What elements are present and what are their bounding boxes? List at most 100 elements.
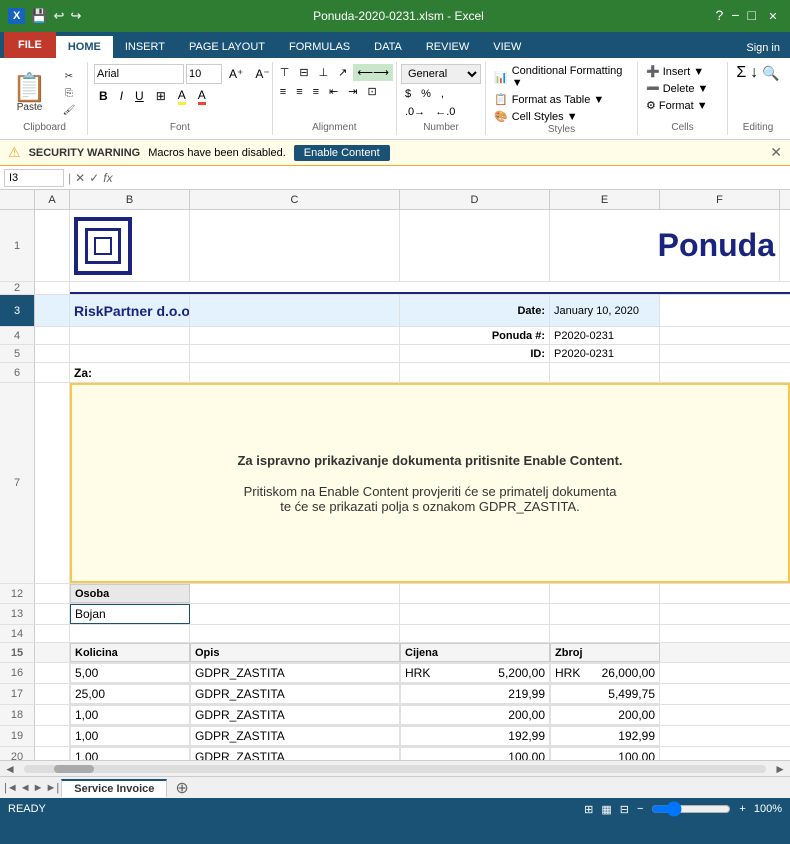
- cell-16-cijena[interactable]: HRK 5,200,00: [400, 663, 550, 683]
- cell-3c[interactable]: [190, 295, 400, 326]
- cell-5c[interactable]: [190, 345, 400, 362]
- cell-1c[interactable]: [190, 210, 400, 281]
- cell-17-zbroj[interactable]: 5,499,75: [550, 684, 660, 704]
- normal-view-icon[interactable]: ⊞: [584, 803, 593, 816]
- cell-14d[interactable]: [400, 625, 550, 642]
- cell-4a[interactable]: [35, 327, 70, 344]
- zoom-slider[interactable]: [651, 801, 731, 817]
- col-header-e[interactable]: E: [550, 190, 660, 209]
- cell-4b[interactable]: [70, 327, 190, 344]
- cancel-formula-icon[interactable]: ✕: [75, 171, 85, 185]
- wrap-text-button[interactable]: ⟵⟶: [353, 64, 393, 81]
- col-header-d[interactable]: D: [400, 190, 550, 209]
- conditional-formatting-button[interactable]: 📊 Conditional Formatting ▼: [492, 64, 631, 90]
- comma-button[interactable]: ,: [437, 86, 448, 102]
- number-format-select[interactable]: General: [401, 64, 481, 84]
- cell-14c[interactable]: [190, 625, 400, 642]
- undo-icon[interactable]: ↩: [54, 8, 65, 24]
- text-rotate-button[interactable]: ↗: [334, 64, 351, 81]
- name-box-input[interactable]: [4, 169, 64, 187]
- close-button[interactable]: ✕: [764, 7, 782, 25]
- help-button[interactable]: ?: [716, 7, 724, 25]
- cell-4c[interactable]: [190, 327, 400, 344]
- col-header-c[interactable]: C: [190, 190, 400, 209]
- zoom-out-btn[interactable]: −: [637, 803, 643, 815]
- cell-1b[interactable]: [70, 210, 190, 281]
- cell-1a[interactable]: [35, 210, 70, 281]
- cell-18-opis[interactable]: GDPR_ZASTITA: [190, 705, 400, 725]
- increase-indent-button[interactable]: ⇥: [344, 83, 361, 100]
- cell-19-kolicina[interactable]: 1,00: [70, 726, 190, 746]
- cell-3a[interactable]: [35, 295, 70, 326]
- italic-button[interactable]: I: [115, 86, 128, 106]
- cell-14e[interactable]: [550, 625, 660, 642]
- cell-16a[interactable]: [35, 663, 70, 683]
- cell-20-cijena[interactable]: 100,00: [400, 747, 550, 760]
- col-header-a[interactable]: A: [35, 190, 70, 209]
- col-header-f[interactable]: F: [660, 190, 780, 209]
- insert-button[interactable]: ➕ Insert ▼: [644, 64, 721, 79]
- align-center-button[interactable]: ≡: [292, 83, 306, 100]
- formula-input[interactable]: [117, 171, 786, 185]
- cell-19-zbroj[interactable]: 192,99: [550, 726, 660, 746]
- sum-button[interactable]: Σ: [736, 64, 746, 82]
- maximize-button[interactable]: □: [748, 7, 756, 25]
- font-shrink-button[interactable]: A⁻: [250, 64, 274, 84]
- horizontal-scrollbar[interactable]: ◄ ►: [0, 760, 790, 776]
- merge-center-button[interactable]: ⊡: [363, 83, 380, 100]
- cell-13c[interactable]: [190, 604, 400, 624]
- sheet-last-btn[interactable]: ►|: [46, 782, 60, 794]
- cell-1d[interactable]: [400, 210, 550, 281]
- tab-file[interactable]: FILE: [4, 32, 56, 58]
- cell-18-cijena[interactable]: 200,00: [400, 705, 550, 725]
- cell-5b[interactable]: [70, 345, 190, 362]
- format-painter-button[interactable]: 🖌: [55, 103, 83, 118]
- bold-button[interactable]: B: [94, 86, 113, 106]
- tab-formulas[interactable]: FORMULAS: [277, 36, 362, 58]
- align-middle-button[interactable]: ⊟: [295, 64, 312, 81]
- cell-3e[interactable]: January 10, 2020: [550, 295, 660, 326]
- sheet-prev-btn[interactable]: ◄: [20, 782, 31, 794]
- cell-17-kolicina[interactable]: 25,00: [70, 684, 190, 704]
- cell-5a[interactable]: [35, 345, 70, 362]
- cell-20-kolicina[interactable]: 1,00: [70, 747, 190, 760]
- cell-12a[interactable]: [35, 584, 70, 603]
- cell-6d[interactable]: [400, 363, 550, 382]
- cell-16-zbroj[interactable]: HRK 26,000,00: [550, 663, 660, 683]
- cell-18a[interactable]: [35, 705, 70, 725]
- sheet-first-btn[interactable]: |◄: [4, 782, 18, 794]
- col-header-b[interactable]: B: [70, 190, 190, 209]
- cell-13a[interactable]: [35, 604, 70, 624]
- cell-13e[interactable]: [550, 604, 660, 624]
- font-grow-button[interactable]: A⁺: [224, 64, 248, 84]
- decrease-decimal-button[interactable]: .0→: [401, 104, 429, 120]
- enable-content-button[interactable]: Enable Content: [294, 145, 390, 161]
- align-top-button[interactable]: ⊤: [276, 64, 294, 81]
- find-select-button[interactable]: 🔍: [762, 65, 779, 82]
- currency-button[interactable]: $: [401, 86, 415, 102]
- cell-5e[interactable]: P2020-0231: [550, 345, 660, 362]
- cell-20a[interactable]: [35, 747, 70, 760]
- cell-19-opis[interactable]: GDPR_ZASTITA: [190, 726, 400, 746]
- cell-5d[interactable]: ID:: [400, 345, 550, 362]
- cell-12d[interactable]: [400, 584, 550, 603]
- cell-17-cijena[interactable]: 219,99: [400, 684, 550, 704]
- service-invoice-tab[interactable]: Service Invoice: [61, 779, 167, 797]
- cell-14a[interactable]: [35, 625, 70, 642]
- sign-in-link[interactable]: Sign in: [736, 38, 790, 58]
- cell-20-zbroj[interactable]: 100,00: [550, 747, 660, 760]
- cell-17a[interactable]: [35, 684, 70, 704]
- font-color-button[interactable]: A: [193, 86, 211, 106]
- cell-14b[interactable]: [70, 625, 190, 642]
- cell-19-cijena[interactable]: 192,99: [400, 726, 550, 746]
- osoba-header-cell[interactable]: Osoba: [70, 584, 190, 603]
- redo-icon[interactable]: ↪: [70, 8, 81, 24]
- bojan-cell[interactable]: Bojan: [70, 604, 190, 624]
- format-button[interactable]: ⚙ Format ▼: [644, 98, 721, 113]
- cell-6c[interactable]: [190, 363, 400, 382]
- page-layout-icon[interactable]: ▦: [601, 803, 611, 816]
- cell-16-kolicina[interactable]: 5,00: [70, 663, 190, 683]
- increase-decimal-button[interactable]: ←.0: [431, 104, 459, 120]
- cell-12c[interactable]: [190, 584, 400, 603]
- font-name-input[interactable]: [94, 64, 184, 84]
